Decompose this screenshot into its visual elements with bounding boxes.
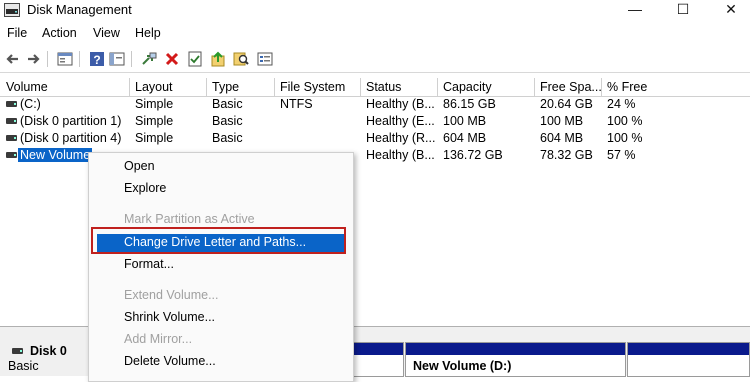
cell-type: Basic — [212, 131, 243, 145]
title-bar: Disk Management — ☐ ✕ — [0, 0, 750, 22]
menu-item-format[interactable]: Format... — [124, 257, 174, 271]
cell-capacity: 136.72 GB — [443, 148, 503, 162]
help-icon[interactable]: ? — [88, 50, 106, 68]
cell-percent-free: 24 % — [607, 97, 636, 111]
svg-text:?: ? — [93, 53, 100, 67]
menu-file[interactable]: File — [7, 26, 27, 40]
column-divider[interactable] — [534, 78, 535, 96]
checkmark-icon[interactable] — [186, 50, 204, 68]
cell-layout: Simple — [135, 131, 174, 145]
disk-management-app-icon — [4, 3, 20, 17]
cell-type: Basic — [212, 97, 243, 111]
cell-capacity: 604 MB — [443, 131, 487, 145]
up-arrow-icon[interactable] — [209, 50, 227, 68]
column-divider[interactable] — [129, 78, 130, 96]
cell-layout: Simple — [135, 97, 174, 111]
close-button[interactable]: ✕ — [714, 0, 748, 19]
disk-type: Basic — [8, 359, 39, 373]
properties-icon[interactable] — [56, 50, 74, 68]
cell-status: Healthy (B... — [366, 97, 435, 111]
partition-bar — [406, 343, 625, 355]
menu-view[interactable]: View — [93, 26, 120, 40]
menu-item-delete-volume[interactable]: Delete Volume... — [124, 354, 216, 368]
menu-item-open[interactable]: Open — [124, 159, 155, 173]
cell-percent-free: 57 % — [607, 148, 636, 162]
menu-item-shrink-volume[interactable]: Shrink Volume... — [124, 310, 215, 324]
cell-volume-wrap: New Volume — [18, 148, 93, 162]
toolbar-separator — [131, 51, 132, 67]
cell-file-system: NTFS — [280, 97, 313, 111]
forward-arrow-icon[interactable] — [24, 50, 42, 68]
volume-icon — [6, 118, 17, 124]
column-divider[interactable] — [437, 78, 438, 96]
menu-item-mark-active: Mark Partition as Active — [124, 212, 255, 226]
volume-icon — [6, 152, 17, 158]
cell-volume: (Disk 0 partition 1) — [20, 114, 122, 128]
cell-status: Healthy (E... — [366, 114, 435, 128]
table-row[interactable]: (C:) Simple Basic NTFS Healthy (B... 86.… — [0, 96, 750, 113]
highlight-callout-box — [91, 227, 346, 254]
column-volume[interactable]: Volume — [6, 80, 48, 94]
column-header-row: Volume Layout Type File System Status Ca… — [0, 78, 750, 97]
column-status[interactable]: Status — [366, 80, 401, 94]
cell-percent-free: 100 % — [607, 114, 643, 128]
cell-free-space: 604 MB — [540, 131, 584, 145]
list-icon[interactable] — [256, 50, 274, 68]
minimize-button[interactable]: — — [618, 0, 652, 19]
cell-capacity: 100 MB — [443, 114, 487, 128]
console-icon[interactable] — [108, 50, 126, 68]
menu-item-add-mirror: Add Mirror... — [124, 332, 193, 346]
column-divider[interactable] — [601, 78, 602, 96]
cell-free-space: 20.64 GB — [540, 97, 593, 111]
menu-action[interactable]: Action — [42, 26, 77, 40]
toolbar-separator — [79, 51, 80, 67]
menu-help[interactable]: Help — [135, 26, 161, 40]
cell-free-space: 100 MB — [540, 114, 584, 128]
context-menu: Open Explore Mark Partition as Active Ch… — [88, 152, 354, 382]
column-divider[interactable] — [206, 78, 207, 96]
cell-status: Healthy (R... — [366, 131, 436, 145]
partition-bar — [353, 343, 403, 355]
toolbar-separator — [47, 51, 48, 67]
menu-item-explore[interactable]: Explore — [124, 181, 166, 195]
back-arrow-icon[interactable] — [4, 50, 22, 68]
column-type[interactable]: Type — [212, 80, 239, 94]
cell-volume: (C:) — [20, 97, 41, 111]
disk-icon — [12, 348, 23, 354]
cell-free-space: 78.32 GB — [540, 148, 593, 162]
table-row[interactable]: (Disk 0 partition 1) Simple Basic Health… — [0, 113, 750, 130]
cell-type: Basic — [212, 114, 243, 128]
cell-volume: New Volume — [18, 148, 93, 162]
column-free-space[interactable]: Free Spa... — [540, 80, 602, 94]
volume-icon — [6, 135, 17, 141]
column-divider[interactable] — [360, 78, 361, 96]
column-capacity[interactable]: Capacity — [443, 80, 492, 94]
cell-capacity: 86.15 GB — [443, 97, 496, 111]
column-divider[interactable] — [274, 78, 275, 96]
partition-block[interactable] — [352, 342, 404, 377]
partition-block[interactable] — [627, 342, 750, 377]
connect-icon[interactable] — [140, 50, 158, 68]
partition-bar — [628, 343, 749, 355]
toolbar: ? — [0, 46, 750, 73]
volume-icon — [6, 101, 17, 107]
search-icon[interactable] — [232, 50, 250, 68]
disk-label: Disk 0 — [30, 344, 67, 358]
cell-percent-free: 100 % — [607, 131, 643, 145]
cell-layout: Simple — [135, 114, 174, 128]
column-percent-free[interactable]: % Free — [607, 80, 647, 94]
delete-icon[interactable] — [163, 50, 181, 68]
window-title: Disk Management — [27, 2, 132, 17]
maximize-button[interactable]: ☐ — [666, 0, 700, 19]
column-layout[interactable]: Layout — [135, 80, 173, 94]
menu-bar: File Action View Help — [0, 24, 750, 44]
cell-status: Healthy (B... — [366, 148, 435, 162]
column-file-system[interactable]: File System — [280, 80, 345, 94]
cell-volume: (Disk 0 partition 4) — [20, 131, 122, 145]
table-row[interactable]: (Disk 0 partition 4) Simple Basic Health… — [0, 130, 750, 147]
menu-item-extend-volume: Extend Volume... — [124, 288, 219, 302]
new-volume-label: New Volume (D:) — [413, 359, 512, 373]
